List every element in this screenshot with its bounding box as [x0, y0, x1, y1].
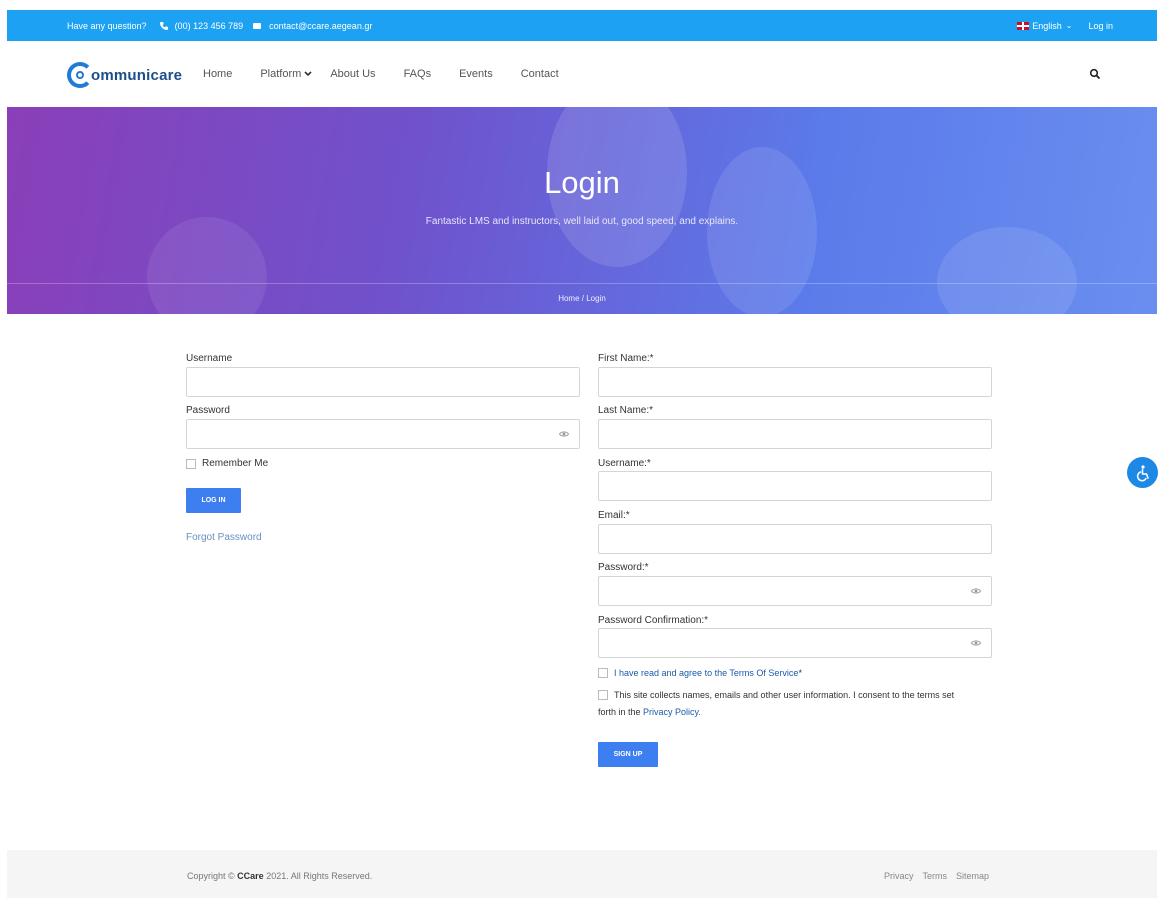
privacy-text-line-2: forth in the Privacy Policy. [598, 707, 701, 717]
wheelchair-icon [1136, 464, 1149, 481]
password-confirmation-label: Password Confirmation:* [598, 615, 709, 626]
nav-item-platform-label: Platform [260, 68, 302, 80]
mail-icon [253, 22, 262, 29]
password-confirmation-input[interactable] [598, 628, 992, 658]
privacy-policy-link[interactable]: Privacy Policy. [643, 707, 701, 717]
footer-link-privacy[interactable]: Privacy [884, 871, 914, 881]
footer-links: Privacy Terms Sitemap [884, 871, 989, 881]
nav-item-about[interactable]: About Us [330, 68, 375, 80]
nav-item-home[interactable]: Home [203, 68, 232, 80]
footer-link-terms[interactable]: Terms [922, 871, 947, 881]
footer-link-sitemap[interactable]: Sitemap [956, 871, 989, 881]
terms-link[interactable]: I have read and agree to the Terms Of Se… [614, 668, 798, 678]
search-icon[interactable] [1089, 68, 1101, 80]
language-selector[interactable]: English ⌄ [1017, 21, 1072, 31]
page-hero: Login Fantastic LMS and instructors, wel… [7, 107, 1157, 314]
chevron-down-icon: ⌄ [1065, 21, 1073, 30]
eye-icon[interactable] [971, 587, 981, 595]
nav-item-platform[interactable]: Platform [260, 68, 312, 80]
uk-flag-icon [1017, 21, 1030, 30]
page-title: Login [544, 165, 620, 200]
eye-icon[interactable] [971, 639, 981, 647]
required-asterisk: * [798, 668, 802, 678]
eye-icon[interactable] [559, 430, 569, 438]
nav-menu: Home Platform About Us FAQs Events Conta… [203, 68, 587, 80]
register-password-label: Password:* [598, 562, 649, 573]
logo[interactable]: ommunicare [67, 62, 182, 88]
main-navbar: ommunicare Home Platform About Us FAQs E… [7, 41, 1157, 107]
password-label: Password [186, 405, 230, 416]
terms-checkbox[interactable] [598, 668, 608, 678]
login-link[interactable]: Log in [1088, 21, 1113, 31]
login-button[interactable]: LOG IN [186, 488, 241, 513]
terms-text: I have read and agree to the Terms Of Se… [614, 668, 802, 678]
email-address[interactable]: contact@ccare.aegean.gr [269, 21, 372, 31]
email-label: Email:* [598, 510, 630, 521]
phone-icon [159, 21, 168, 30]
register-username-label: Username:* [598, 458, 651, 469]
last-name-label: Last Name:* [598, 405, 654, 416]
register-username-input[interactable] [598, 471, 992, 501]
logo-text: ommunicare [91, 66, 183, 84]
page-subtitle: Fantastic LMS and instructors, well laid… [425, 216, 739, 227]
nav-item-contact[interactable]: Contact [521, 68, 559, 80]
accessibility-button[interactable] [1127, 457, 1158, 488]
phone-number[interactable]: (00) 123 456 789 [175, 21, 244, 31]
first-name-input[interactable] [598, 367, 992, 397]
remember-me-label: Remember Me [202, 458, 269, 469]
first-name-label: First Name:* [598, 353, 654, 364]
sign-up-button[interactable]: SIGN UP [598, 742, 658, 767]
breadcrumb[interactable]: Home / Login [7, 294, 1157, 303]
nav-item-events[interactable]: Events [459, 68, 493, 80]
forgot-password-link[interactable]: Forgot Password [186, 532, 262, 543]
last-name-input[interactable] [598, 419, 992, 449]
language-label: English [1032, 20, 1062, 31]
privacy-checkbox[interactable] [598, 690, 608, 700]
hero-divider [7, 283, 1157, 284]
privacy-text-line-1: This site collects names, emails and oth… [614, 690, 955, 700]
logo-icon [67, 62, 93, 88]
register-password-input[interactable] [598, 576, 992, 606]
username-label: Username [186, 353, 233, 364]
question-text: Have any question? [67, 20, 147, 31]
copyright-brand: CCare [237, 871, 264, 881]
top-bar-right: English ⌄ Log in [1017, 10, 1113, 41]
copyright-prefix: Copyright © [187, 871, 235, 881]
nav-item-faqs[interactable]: FAQs [404, 68, 432, 80]
chevron-down-icon [304, 71, 312, 77]
privacy-text-prefix: forth in the [598, 707, 641, 717]
footer: Copyright © CCare 2021. All Rights Reser… [7, 850, 1157, 898]
copyright-text: Copyright © CCare 2021. All Rights Reser… [187, 871, 372, 881]
copyright-suffix: 2021. All Rights Reserved. [266, 871, 373, 881]
contact-info: Have any question? (00) 123 456 789 cont… [67, 10, 372, 41]
username-input[interactable] [186, 367, 580, 397]
password-input[interactable] [186, 419, 580, 449]
email-input[interactable] [598, 524, 992, 554]
top-bar: Have any question? (00) 123 456 789 cont… [7, 10, 1157, 41]
remember-me-checkbox[interactable] [186, 459, 196, 469]
